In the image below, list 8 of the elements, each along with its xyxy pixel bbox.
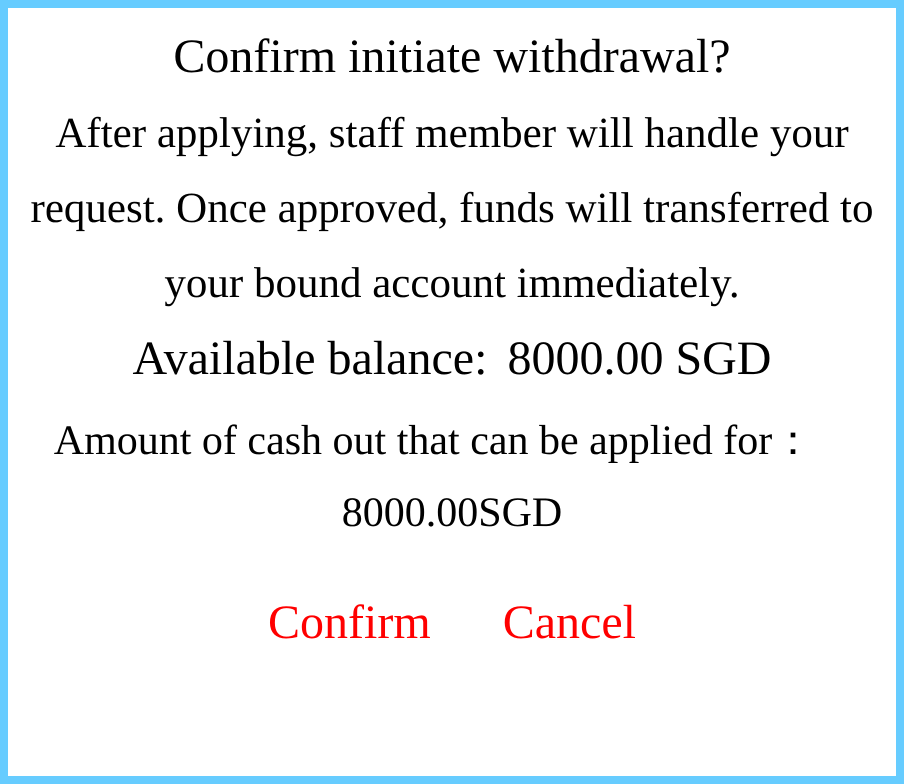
cash-out-value: 8000.00SGD xyxy=(342,489,562,537)
balance-value: 8000.00 SGD xyxy=(507,332,772,386)
dialog-message: After applying, staff member will handle your request. Once approved, funds will transferred to your bound account immediately. xyxy=(30,109,874,309)
balance-label: Available balance: xyxy=(132,332,488,386)
confirm-button[interactable]: Confirm xyxy=(268,596,431,650)
dialog-title: Confirm initiate withdrawal? xyxy=(173,30,731,84)
cash-out-label: Amount of cash out that can be applied for： xyxy=(54,417,816,465)
cancel-button[interactable]: Cancel xyxy=(502,596,636,650)
